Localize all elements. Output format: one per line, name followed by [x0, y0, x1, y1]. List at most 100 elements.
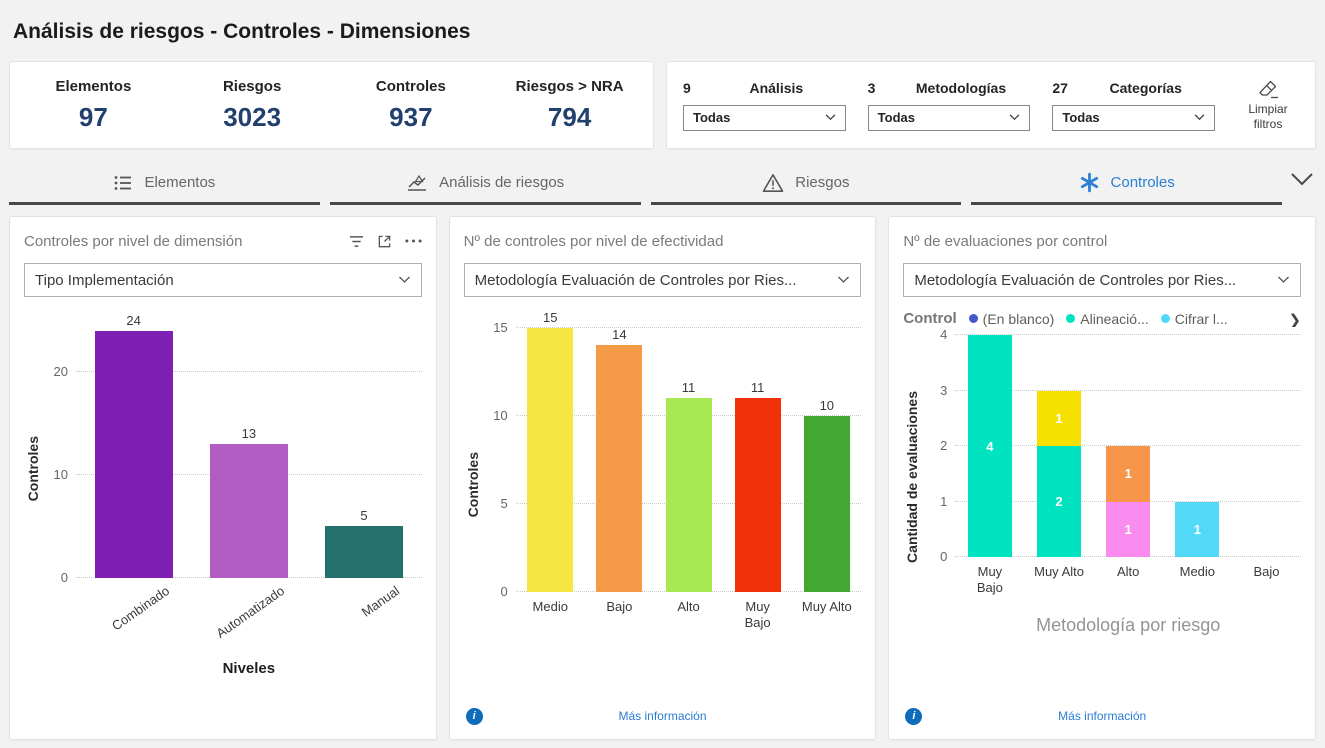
tab-bar-chevron-down-icon[interactable]	[1290, 172, 1314, 187]
bar-automatizado[interactable]	[210, 444, 288, 578]
card-footer: i Más información	[464, 705, 862, 727]
tab-analisis-de-riesgos[interactable]: Análisis de riesgos	[330, 162, 641, 205]
info-icon[interactable]: i	[905, 708, 922, 725]
x-axis-labels: MedioBajoAltoMuy BajoMuy Alto	[516, 592, 862, 632]
kpi-riesgos: Riesgos 3023	[173, 78, 332, 133]
categorias-filter-select[interactable]: Todas	[1052, 105, 1215, 131]
plot-bars: 1514111110	[516, 310, 862, 592]
chart-card-controles-por-efectividad: Nº de controles por nivel de efectividad…	[449, 216, 877, 740]
legend-item[interactable]: (En blanco)	[969, 311, 1055, 327]
risk-analysis-icon	[406, 173, 428, 193]
stacked-bar-segment[interactable]: 1	[1175, 502, 1219, 558]
y-axis-title-col: Cantidad de evaluaciones	[903, 335, 921, 705]
filter-head: 9 Análisis	[683, 80, 846, 96]
kpi-value: 937	[332, 102, 491, 133]
more-info-link[interactable]: Más información	[903, 709, 1301, 723]
stacked-bar-segment[interactable]: 2	[1037, 446, 1081, 557]
stacked-bar-segment[interactable]: 1	[1037, 391, 1081, 447]
filter-label: Metodologías	[892, 80, 1031, 96]
filter-label: Análisis	[707, 80, 846, 96]
x-axis-category-label: Bajo	[1232, 557, 1301, 597]
stacked-bar-segment[interactable]: 1	[1106, 446, 1150, 502]
list-icon	[113, 173, 133, 193]
y-axis-title-col: Controles	[24, 310, 42, 727]
filter-count: 9	[683, 80, 707, 96]
metodologia-dropdown[interactable]: Metodología Evaluación de Controles por …	[903, 263, 1301, 297]
y-axis-tick-label: 1	[940, 495, 947, 509]
tab-label: Análisis de riesgos	[439, 174, 564, 191]
chevron-down-icon	[1194, 114, 1205, 121]
info-icon[interactable]: i	[466, 708, 483, 725]
x-axis-category-label: Manual	[306, 578, 421, 652]
stacked-bar-segment[interactable]: 1	[1106, 502, 1150, 558]
legend-title: Control	[903, 310, 956, 327]
clear-filters-label: Limpiar filtros	[1248, 102, 1287, 131]
y-axis-tick-label: 10	[54, 468, 68, 482]
legend-label: Alineació...	[1080, 311, 1148, 327]
x-label-text: Bajo	[606, 599, 632, 615]
metodologias-filter-select[interactable]: Todas	[868, 105, 1031, 131]
legend-item[interactable]: Cifrar l...	[1161, 311, 1228, 327]
plot-column: 01234412111 Muy BajoMuy AltoAltoMedioBaj…	[921, 335, 1301, 705]
clear-filters-button[interactable]: Limpiar filtros	[1237, 79, 1299, 132]
legend-item[interactable]: Alineació...	[1066, 311, 1148, 327]
bar-muy-bajo[interactable]	[735, 398, 781, 592]
y-axis-tick-label: 10	[493, 409, 507, 423]
stacked-bar-segment[interactable]: 4	[968, 335, 1012, 557]
tab-elementos[interactable]: Elementos	[9, 162, 320, 205]
legend-swatch	[1066, 314, 1075, 323]
x-label-text: Manual	[359, 583, 403, 621]
tab-label: Elementos	[144, 174, 215, 191]
bar-value-label: 11	[751, 380, 765, 395]
x-label-text: Medio	[533, 599, 568, 615]
bar-column: 14	[585, 310, 654, 592]
bar-muy-alto[interactable]	[804, 416, 850, 592]
x-axis-category-label: Alto	[654, 592, 723, 632]
dimension-dropdown[interactable]: Tipo Implementación	[24, 263, 422, 297]
metodologia-dropdown[interactable]: Metodología Evaluación de Controles por …	[464, 263, 862, 297]
bar-value-label: 14	[612, 327, 626, 342]
dropdown-value: Metodología Evaluación de Controles por …	[475, 272, 797, 289]
bar-column: 11	[1094, 335, 1163, 557]
bar-column: 11	[723, 310, 792, 592]
more-options-icon[interactable]	[405, 239, 422, 243]
focus-mode-icon[interactable]	[377, 234, 392, 249]
card-header: Nº de evaluaciones por control	[903, 229, 1301, 253]
legend-scroll-right-icon[interactable]: ❯	[1288, 311, 1301, 327]
bar-combinado[interactable]	[95, 331, 173, 578]
kpi-riesgos-nra: Riesgos > NRA 794	[490, 78, 649, 133]
tab-riesgos[interactable]: Riesgos	[651, 162, 962, 205]
legend-label: (En blanco)	[983, 311, 1055, 327]
charts-row: Controles por nivel de dimensión Tipo Im…	[9, 216, 1316, 740]
x-axis-category-label: Combinado	[76, 578, 191, 652]
kpi-label: Riesgos	[173, 78, 332, 95]
y-axis-tick-label: 3	[940, 384, 947, 398]
bar-chart-controles-por-efectividad: Controles 0510151514111110 MedioBajoAlto…	[464, 310, 862, 705]
chart-filter-icon[interactable]	[349, 235, 364, 248]
bar-manual[interactable]	[325, 526, 403, 578]
y-axis-title: Cantidad de evaluaciones	[904, 391, 920, 563]
kpi-card: Elementos 97 Riesgos 3023 Controles 937 …	[9, 61, 654, 149]
more-info-link[interactable]: Más información	[464, 709, 862, 723]
bar-bajo[interactable]	[596, 345, 642, 592]
x-label-text: Muy Bajo	[964, 564, 1016, 597]
x-axis-title: Metodología por riesgo	[955, 615, 1301, 636]
bar-value-label: 24	[126, 313, 140, 328]
filter-head: 27 Categorías	[1052, 80, 1215, 96]
analisis-filter-select[interactable]: Todas	[683, 105, 846, 131]
filter-count: 3	[868, 80, 892, 96]
bar-alto[interactable]	[666, 398, 712, 592]
tab-controles[interactable]: Controles	[971, 162, 1282, 205]
y-axis-tick-label: 4	[940, 328, 947, 342]
kpi-value: 794	[490, 102, 649, 133]
bar-value-label: 5	[360, 508, 367, 523]
chart-card-controles-por-dimension: Controles por nivel de dimensión Tipo Im…	[9, 216, 437, 740]
plot-bars: 24135	[76, 310, 422, 578]
x-label-text: Muy Bajo	[732, 599, 784, 632]
bar-medio[interactable]	[527, 328, 573, 592]
x-axis-category-label: Muy Alto	[1024, 557, 1093, 597]
card-icons	[349, 234, 422, 249]
x-label-text: Bajo	[1253, 564, 1279, 580]
tab-label: Controles	[1111, 174, 1175, 191]
y-axis-tick-label: 20	[54, 365, 68, 379]
